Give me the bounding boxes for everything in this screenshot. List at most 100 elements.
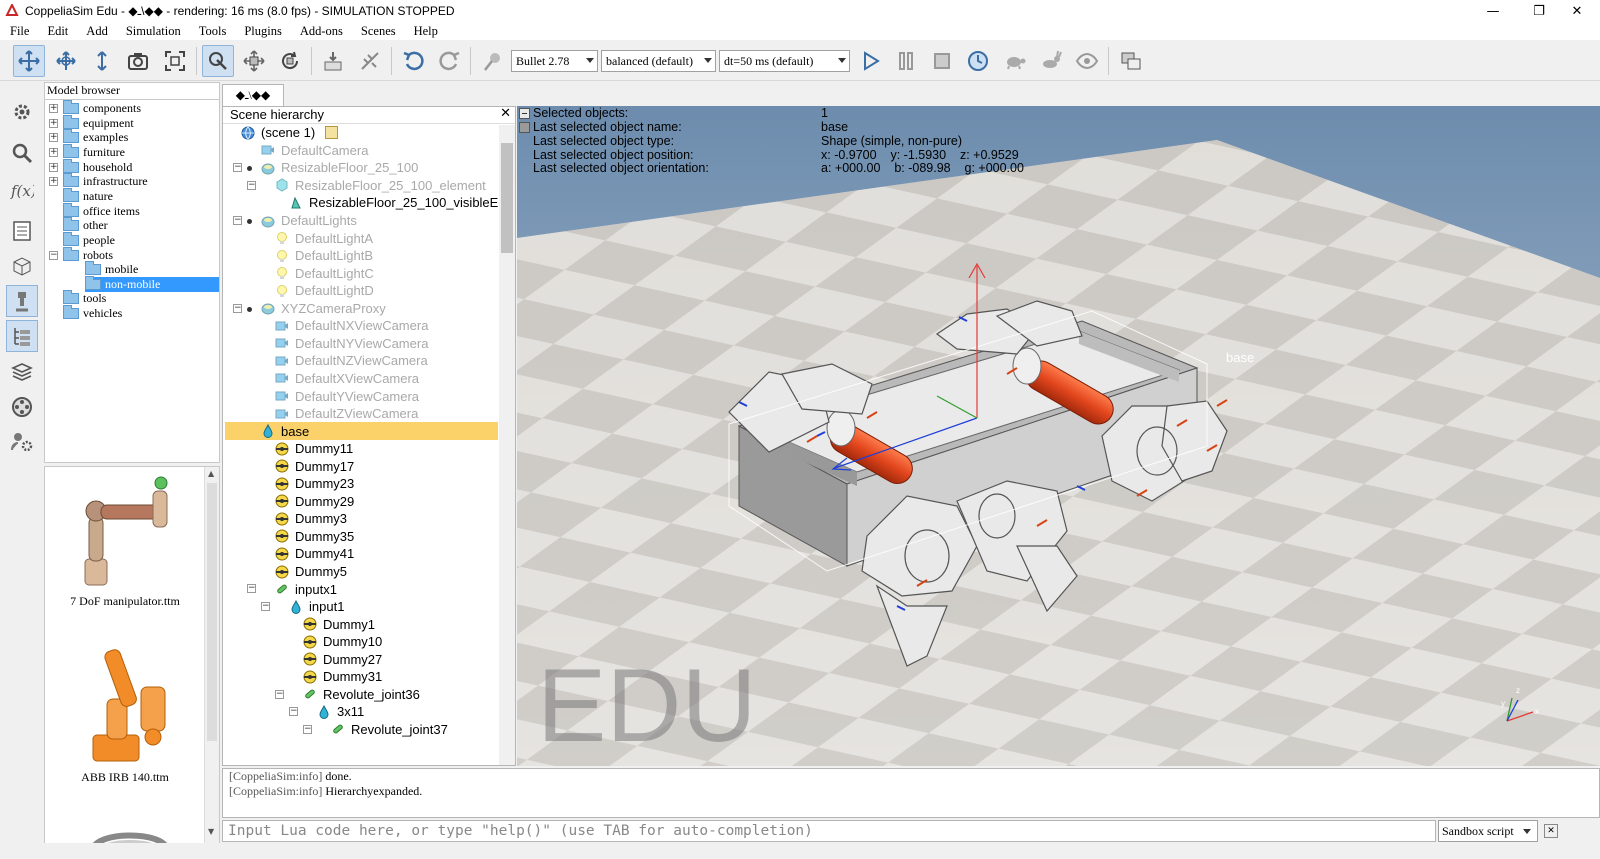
menu-scenes[interactable]: Scenes: [351, 24, 404, 39]
hierarchy-expand-icon[interactable]: −: [303, 724, 312, 734]
visualization-toggle-button[interactable]: [1071, 45, 1103, 77]
object-rotate-button[interactable]: [274, 45, 306, 77]
hierarchy-expand-icon[interactable]: −: [233, 163, 242, 173]
hierarchy-expand-icon[interactable]: −: [289, 707, 298, 717]
hierarchy-row[interactable]: input1: [289, 598, 344, 616]
thumbnail-scrollbar[interactable]: ▲ ▼: [204, 467, 219, 858]
file-browser-button[interactable]: [6, 215, 38, 247]
transfer-dna-button[interactable]: [354, 45, 386, 77]
expand-icon[interactable]: +: [49, 177, 58, 186]
scrollbar-thumb[interactable]: [207, 483, 217, 741]
fit-to-view-button[interactable]: [159, 45, 191, 77]
camera-pan-button[interactable]: [13, 45, 45, 77]
hierarchy-row[interactable]: base: [225, 422, 498, 440]
collapse-icon[interactable]: −: [49, 251, 58, 260]
hierarchy-row[interactable]: Dummy27: [303, 651, 382, 669]
model-folder-furniture[interactable]: + furniture: [49, 144, 125, 160]
stop-simulation-button[interactable]: [926, 45, 958, 77]
redo-button[interactable]: [434, 45, 466, 77]
hierarchy-row[interactable]: ResizableFloor_25_100_element: [275, 177, 486, 195]
menu-add[interactable]: Add: [76, 24, 116, 39]
hierarchy-row[interactable]: DefaultLightA: [275, 229, 373, 247]
object-properties-button[interactable]: [6, 94, 38, 126]
model-folder-non-mobile[interactable]: non-mobile: [85, 276, 219, 292]
model-folder-components[interactable]: + components: [49, 100, 141, 116]
info-collapse-icon[interactable]: [519, 108, 530, 119]
hierarchy-row[interactable]: Dummy1: [303, 615, 375, 633]
camera-rotate-button[interactable]: [50, 45, 82, 77]
slow-down-button[interactable]: [999, 45, 1031, 77]
scene-view-toggle-button[interactable]: [1115, 45, 1147, 77]
hierarchy-expand-icon[interactable]: −: [233, 303, 242, 313]
scene-hierarchy-toggle-button[interactable]: [6, 320, 38, 352]
calculation-modules-button[interactable]: [6, 137, 38, 169]
hierarchy-row[interactable]: Dummy3: [275, 510, 347, 528]
user-settings-button[interactable]: [6, 426, 38, 458]
hierarchy-row[interactable]: Dummy17: [275, 457, 354, 475]
hierarchy-row[interactable]: Dummy35: [275, 528, 354, 546]
model-folder-people[interactable]: people: [63, 232, 115, 248]
hierarchy-row[interactable]: Dummy5: [275, 563, 347, 581]
minimize-button[interactable]: —: [1470, 0, 1516, 22]
hierarchy-row[interactable]: DefaultZViewCamera: [275, 405, 418, 423]
hierarchy-row[interactable]: inputx1: [275, 580, 337, 598]
close-window-button[interactable]: ✕: [1554, 0, 1600, 22]
scripts-button[interactable]: f(x): [6, 173, 38, 205]
model-folder-equipment[interactable]: + equipment: [49, 115, 134, 131]
shape-edit-button[interactable]: [6, 250, 38, 282]
timestep-select[interactable]: dt=50 ms (default): [719, 50, 850, 72]
hierarchy-expand-icon[interactable]: −: [233, 215, 242, 225]
model-folder-tools[interactable]: tools: [63, 290, 106, 306]
script-icon[interactable]: [325, 126, 339, 140]
menu-help[interactable]: Help: [404, 24, 446, 39]
menu-plugins[interactable]: Plugins: [234, 24, 290, 39]
hierarchy-scrollbar[interactable]: [499, 125, 515, 765]
model-folder-examples[interactable]: + examples: [49, 129, 128, 145]
hierarchy-row[interactable]: DefaultLightD: [275, 282, 374, 300]
hierarchy-row[interactable]: Revolute_joint36: [303, 686, 420, 704]
pause-simulation-button[interactable]: [890, 45, 922, 77]
menu-file[interactable]: File: [0, 24, 37, 39]
realtime-mode-button[interactable]: [962, 45, 994, 77]
model-folder-household[interactable]: + household: [49, 159, 132, 175]
undo-button[interactable]: [397, 45, 429, 77]
assemble-button[interactable]: [317, 45, 349, 77]
hierarchy-row[interactable]: Revolute_joint37: [331, 721, 448, 739]
hierarchy-row[interactable]: Dummy41: [275, 545, 354, 563]
hierarchy-row[interactable]: Dummy10: [303, 633, 382, 651]
hierarchy-row[interactable]: DefaultNZViewCamera: [275, 352, 428, 370]
layers-button[interactable]: [6, 356, 38, 388]
scroll-up-icon[interactable]: ▲: [208, 469, 214, 478]
info-toggle-icon[interactable]: [519, 122, 530, 133]
hierarchy-row[interactable]: DefaultNXViewCamera: [275, 317, 428, 335]
model-browser-toggle-button[interactable]: [6, 285, 38, 317]
video-recorder-button[interactable]: [6, 391, 38, 423]
camera-angle-button[interactable]: [122, 45, 154, 77]
hierarchy-row[interactable]: DefaultLights: [261, 212, 357, 230]
hierarchy-row[interactable]: 3x11: [317, 703, 364, 721]
hierarchy-row[interactable]: DefaultCamera: [261, 142, 368, 160]
click-select-button[interactable]: [202, 45, 234, 77]
hierarchy-row[interactable]: DefaultYViewCamera: [275, 387, 419, 405]
scrollbar-thumb[interactable]: [501, 143, 513, 253]
object-move-button[interactable]: [238, 45, 270, 77]
close-hierarchy-icon[interactable]: ✕: [500, 107, 511, 121]
model-folder-nature[interactable]: nature: [63, 188, 113, 204]
dynamics-toggle-button[interactable]: [477, 45, 509, 77]
hierarchy-row[interactable]: Dummy11: [275, 440, 353, 458]
hierarchy-row[interactable]: ResizableFloor_25_100_visibleE: [289, 194, 498, 212]
scene-viewport[interactable]: EDU base x y z Selected objects: 1 Last …: [517, 106, 1600, 766]
hierarchy-expand-icon[interactable]: −: [275, 689, 284, 699]
hierarchy-expand-icon[interactable]: −: [247, 584, 256, 594]
menu-addons[interactable]: Add-ons: [290, 24, 351, 39]
camera-shift-button[interactable]: [86, 45, 118, 77]
hierarchy-row[interactable]: DefaultLightB: [275, 247, 373, 265]
hierarchy-row[interactable]: Dummy31: [303, 668, 382, 686]
model-folder-robots[interactable]: − robots: [49, 247, 113, 263]
model-folder-infrastructure[interactable]: + infrastructure: [49, 173, 148, 189]
hierarchy-expand-icon[interactable]: −: [261, 601, 270, 611]
hierarchy-row[interactable]: Dummy29: [275, 493, 354, 511]
expand-icon[interactable]: +: [49, 119, 58, 128]
model-folder-other[interactable]: other: [63, 217, 108, 233]
menu-edit[interactable]: Edit: [37, 24, 76, 39]
